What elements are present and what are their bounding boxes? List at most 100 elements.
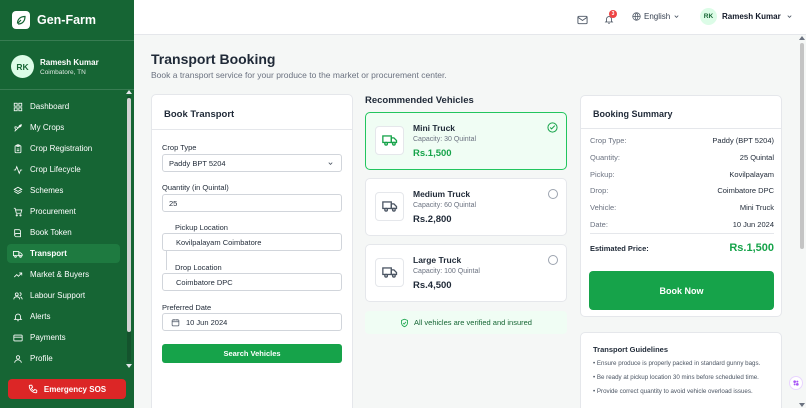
truck-icon: [375, 126, 404, 155]
scroll-up-arrow-icon[interactable]: [126, 90, 132, 94]
summary-row: Pickup: Kovilpalayam: [590, 170, 774, 179]
summary-row: Vehicle: Mini Truck: [590, 203, 774, 212]
summary-row: Quantity: 25 Quintal: [590, 153, 774, 162]
sidebar-item-transport[interactable]: Transport: [7, 244, 120, 263]
list-item: • Be ready at pickup location 30 mins be…: [593, 374, 759, 381]
sidebar-item-labour-support[interactable]: Labour Support: [7, 286, 120, 305]
date-label: Preferred Date: [162, 303, 212, 312]
sidebar-item-label: Dashboard: [30, 102, 70, 111]
sidebar-item-profile[interactable]: Profile: [7, 349, 120, 368]
sidebar-item-procurement[interactable]: Procurement: [7, 202, 120, 221]
user-location: Coimbatore, TN: [40, 68, 86, 76]
truck-icon: [13, 250, 23, 258]
brand-name: Gen-Farm: [37, 13, 97, 27]
sidebar: Gen-Farm RK Ramesh Kumar Coimbatore, TN …: [0, 0, 134, 408]
mail-icon[interactable]: [577, 12, 588, 30]
emergency-sos-button[interactable]: Emergency SOS: [8, 379, 126, 399]
globe-icon: [632, 12, 641, 21]
sidebar-item-market-buyers[interactable]: Market & Buyers: [7, 265, 120, 284]
sidebar-item-crop-lifecycle[interactable]: Crop Lifecycle: [7, 160, 120, 179]
sprout-icon: [14, 123, 22, 132]
avatar: RK: [700, 8, 717, 25]
page-title: Transport Booking: [151, 51, 276, 67]
transport-guidelines-card: Transport Guidelines • Ensure produce is…: [580, 332, 782, 408]
vehicle-name: Medium Truck: [413, 189, 471, 199]
sidebar-item-dashboard[interactable]: Dashboard: [7, 97, 120, 116]
scroll-up-arrow-icon[interactable]: [799, 36, 805, 40]
scroll-down-arrow-icon[interactable]: [799, 403, 805, 407]
chevron-down-icon: [674, 15, 679, 18]
quantity-label: Quantity (in Quintal): [162, 183, 229, 192]
search-vehicles-button[interactable]: Search Vehicles: [162, 344, 342, 363]
avatar: RK: [11, 55, 34, 78]
sidebar-item-alerts[interactable]: Alerts: [7, 307, 120, 326]
sidebar-item-label: Schemes: [30, 186, 64, 195]
date-picker[interactable]: 10 Jun 2024: [162, 313, 342, 331]
vehicle-name: Mini Truck: [413, 123, 456, 133]
sidebar-item-label: Procurement: [30, 207, 76, 216]
language-selector[interactable]: English: [632, 12, 680, 21]
bell-icon: [13, 313, 23, 321]
scrollbar-thumb[interactable]: [127, 98, 131, 332]
truck-icon: [375, 258, 404, 287]
phone-icon: [28, 384, 38, 394]
clipboard-icon: [14, 143, 22, 153]
chevron-down-icon: [787, 15, 792, 18]
vehicle-price: Rs.1,500: [413, 148, 452, 159]
sidebar-item-label: Crop Lifecycle: [30, 165, 81, 174]
sidebar-item-label: Profile: [30, 354, 53, 363]
sidebar-item-payments[interactable]: Payments: [7, 328, 120, 347]
book-now-button[interactable]: Book Now: [589, 271, 774, 310]
drop-label: Drop Location: [175, 263, 222, 272]
sidebar-item-book-token[interactable]: Book Token: [7, 223, 120, 242]
sidebar-nav: Dashboard My Crops Crop Registration Cro…: [7, 97, 120, 370]
sparkle-icon: [793, 380, 799, 386]
sidebar-item-label: Alerts: [30, 312, 51, 321]
summary-row: Drop: Coimbatore DPC: [590, 186, 774, 195]
sidebar-item-label: Market & Buyers: [30, 270, 90, 279]
guidelines-list: • Ensure produce is properly packed in s…: [593, 359, 775, 401]
crop-type-select[interactable]: Paddy BPT 5204: [162, 154, 342, 172]
header-user-menu[interactable]: RK Ramesh Kumar: [700, 8, 793, 25]
assistant-button[interactable]: [789, 376, 803, 390]
sidebar-item-label: Book Token: [30, 228, 72, 237]
book-transport-card: Book Transport Crop Type Paddy BPT 5204 …: [151, 94, 353, 408]
card-title: Booking Summary: [593, 109, 673, 119]
scrollbar-thumb[interactable]: [800, 43, 804, 249]
sidebar-item-label: My Crops: [30, 123, 65, 132]
divider: [0, 40, 134, 41]
divider: [590, 233, 774, 234]
drop-location-input[interactable]: Coimbatore DPC: [162, 273, 342, 291]
page-subtitle: Book a transport service for your produc…: [151, 70, 447, 80]
vehicle-card-large-truck[interactable]: Large Truck Capacity: 100 Quintal Rs.4,5…: [365, 244, 567, 302]
brand[interactable]: Gen-Farm: [12, 11, 96, 29]
estimated-price: Estimated Price: Rs.1,500: [590, 242, 774, 254]
user-icon: [14, 354, 22, 363]
page-scrollbar[interactable]: [798, 35, 806, 408]
sidebar-item-my-crops[interactable]: My Crops: [7, 118, 120, 137]
card-title: Transport Guidelines: [593, 345, 669, 354]
vehicle-radio[interactable]: [548, 189, 558, 199]
scroll-down-arrow-icon[interactable]: [126, 364, 132, 368]
vehicle-card-mini-truck[interactable]: Mini Truck Capacity: 30 Quintal Rs.1,500: [365, 112, 567, 170]
book-icon: [14, 228, 21, 237]
vehicle-capacity: Capacity: 100 Quintal: [413, 268, 480, 275]
card-title: Book Transport: [164, 109, 235, 120]
verified-note: All vehicles are verified and insured: [365, 311, 567, 334]
calendar-icon: [171, 318, 180, 326]
vehicle-card-medium-truck[interactable]: Medium Truck Capacity: 60 Quintal Rs.2,8…: [365, 178, 567, 236]
booking-summary-card: Booking Summary Crop Type: Paddy (BPT 520…: [580, 95, 782, 317]
vehicle-radio[interactable]: [548, 255, 558, 265]
chevron-down-icon: [328, 162, 333, 165]
sidebar-item-schemes[interactable]: Schemes: [7, 181, 120, 200]
sidebar-scrollbar[interactable]: [126, 90, 132, 368]
pickup-location-input[interactable]: Kovilpalayam Coimbatore: [162, 233, 342, 251]
cart-icon: [13, 207, 23, 216]
summary-row: Date: 10 Jun 2024: [590, 220, 774, 229]
quantity-input[interactable]: 25: [162, 194, 342, 212]
divider: [0, 89, 134, 90]
sidebar-item-label: Crop Registration: [30, 144, 93, 153]
shield-check-icon: [401, 318, 408, 327]
sidebar-item-crop-registration[interactable]: Crop Registration: [7, 139, 120, 158]
vehicle-capacity: Capacity: 30 Quintal: [413, 136, 477, 143]
